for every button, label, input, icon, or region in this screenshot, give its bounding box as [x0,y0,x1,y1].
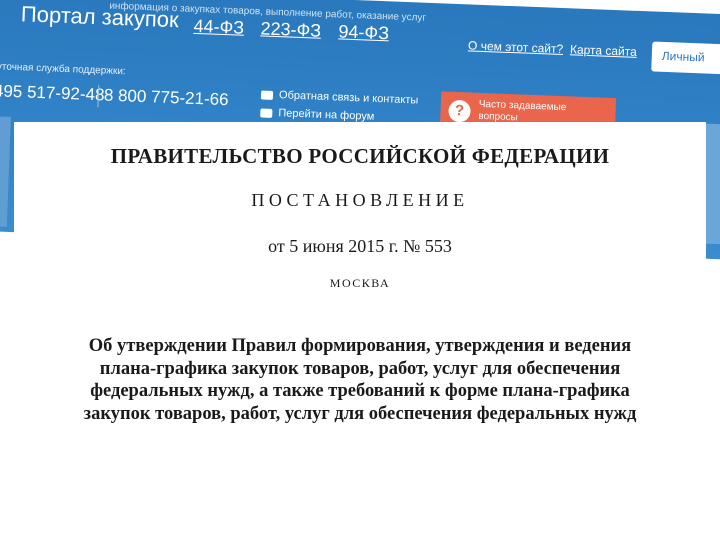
feedback-label: Обратная связь и контакты [278,89,419,107]
login-label: Личный [661,48,705,65]
login-button[interactable]: Личный [651,41,720,76]
about-link[interactable]: О чем этот сайт? [468,38,564,56]
support-phone-2: 8 800 775-21-66 [103,85,229,110]
chat-icon [260,108,273,118]
forum-label: Перейти на форум [278,107,375,123]
decree-document: ПРАВИТЕЛЬСТВО РОССИЙСКОЙ ФЕДЕРАЦИИ ПОСТА… [14,122,706,540]
subject-line: Об утверждении Правил формирования, утве… [88,336,632,356]
subject-line: плана-графика закупок товаров, работ, ус… [99,358,621,379]
support-phone-1: 495 517-92-48 [0,81,105,105]
document-kind: ПОСТАНОВЛЕНИЕ [251,190,469,210]
document-subject: Об утверждении Правил формирования, утве… [44,335,676,425]
question-icon: ? [448,99,471,123]
law-link-223[interactable]: 223-ФЗ [260,18,321,41]
support-label: уточная служба поддержки: [0,61,126,78]
feedback-link[interactable]: Обратная связь и контакты [260,88,419,107]
forum-link[interactable]: Перейти на форум [260,106,375,123]
law-link-44[interactable]: 44-ФЗ [193,16,244,39]
envelope-icon [260,90,274,100]
portal-title[interactable]: Портал закупок [20,1,179,33]
subject-line: федеральных нужд, а также требований к ф… [90,381,630,401]
left-panel-strip [0,116,11,227]
document-city: МОСКВА [329,276,391,290]
document-date-number: от 5 июня 2015 г. № 553 [268,236,452,256]
subject-line: закупок товаров, работ, услуг для обеспе… [83,403,637,424]
law-link-94[interactable]: 94-ФЗ [338,21,389,44]
issuer-heading: ПРАВИТЕЛЬСТВО РОССИЙСКОЙ ФЕДЕРАЦИИ [110,144,610,168]
sitemap-link[interactable]: Карта сайта [570,42,637,59]
